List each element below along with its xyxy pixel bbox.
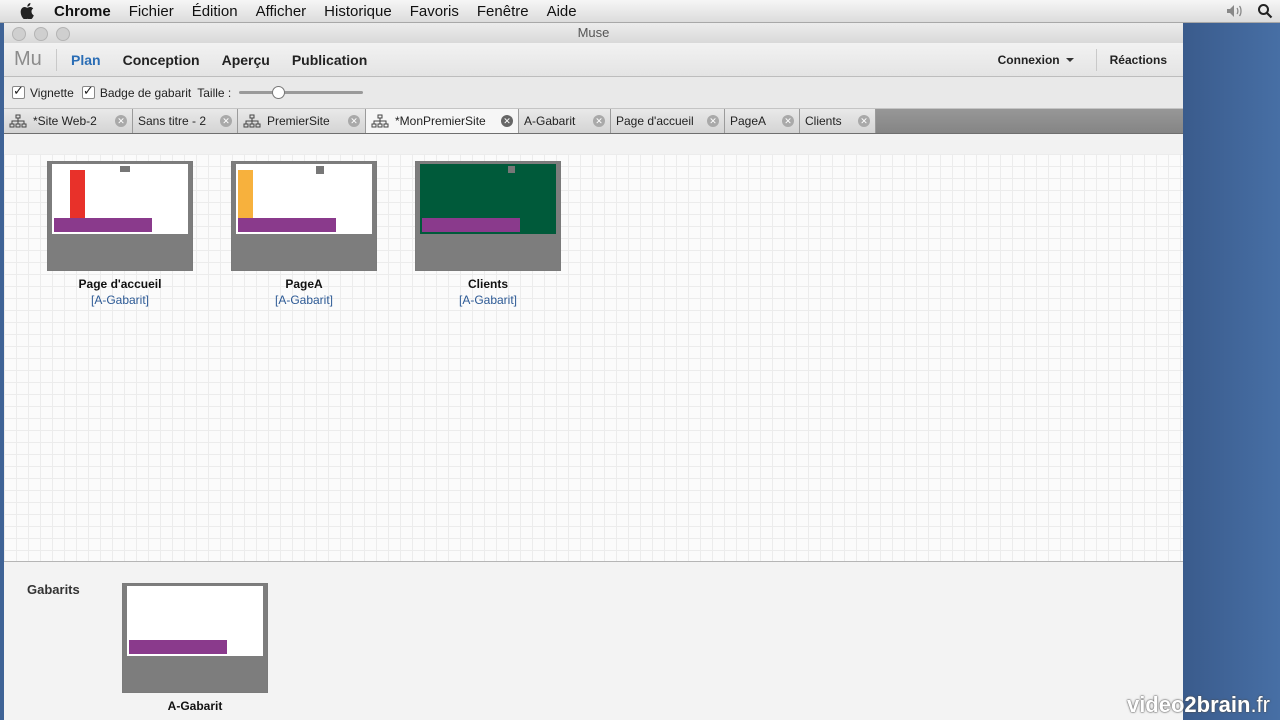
thumbnail-footer-bar (54, 218, 152, 232)
thumbnail-footer-bar (238, 218, 336, 232)
thumbnail-orange-column (238, 170, 253, 224)
doc-tab-page-daccueil[interactable]: Page d'accueil ✕ (611, 109, 725, 133)
menu-aide[interactable]: Aide (547, 3, 577, 20)
thumbnail-footer-bar (422, 218, 520, 232)
page-name: Clients (467, 277, 508, 291)
slider-knob[interactable] (272, 86, 286, 99)
master-name: A-Gabarit (167, 699, 223, 713)
close-window-button[interactable] (12, 27, 26, 41)
doc-tab-label: PageA (730, 114, 767, 128)
doc-tab-sans-titre-2[interactable]: Sans titre - 2 ✕ (133, 109, 238, 133)
menu-afficher[interactable]: Afficher (256, 3, 307, 20)
thumbnail-red-column (70, 170, 85, 224)
page-name: PageA (285, 277, 323, 291)
checkbox-checked-icon (81, 83, 95, 99)
page-card-page-daccueil[interactable]: Page d'accueil [A-Gabarit] (47, 161, 193, 307)
document-tabs: *Site Web-2 ✕ Sans titre - 2 ✕ PremierSi… (4, 109, 1183, 134)
size-label: Taille : (197, 85, 232, 100)
doc-tab-label: Sans titre - 2 (138, 114, 207, 128)
badge-gabarit-checkbox[interactable]: Badge de gabarit (81, 83, 192, 100)
doc-tab-site-web-2[interactable]: *Site Web-2 ✕ (4, 109, 133, 133)
master-thumbnail[interactable] (122, 583, 268, 693)
sitemap-icon (9, 114, 27, 128)
menu-chrome[interactable]: Chrome (54, 3, 111, 20)
vignette-checkbox[interactable]: Vignette (12, 83, 74, 100)
window-titlebar[interactable]: Muse (4, 23, 1183, 43)
reactions-label: Réactions (1109, 52, 1167, 67)
sitemap-icon (243, 114, 261, 128)
tab-publication[interactable]: Publication (292, 52, 367, 68)
close-icon[interactable]: ✕ (115, 115, 127, 127)
sitemap-icon (371, 114, 389, 128)
checkbox-checked-icon (12, 83, 25, 99)
page-name: Page d'accueil (78, 277, 162, 291)
size-slider[interactable] (239, 86, 364, 99)
window-title: Muse (577, 25, 610, 40)
master-link[interactable]: [A-Gabarit] (231, 293, 377, 307)
close-icon[interactable]: ✕ (220, 115, 232, 127)
close-icon[interactable]: ✕ (348, 115, 360, 127)
menu-fichier[interactable]: Fichier (129, 3, 174, 20)
masters-area: Gabarits A-Gabarit (4, 562, 1183, 720)
menu-historique[interactable]: Historique (324, 3, 392, 20)
connexion-label: Connexion (997, 52, 1060, 67)
reactions-button[interactable]: Réactions (1095, 48, 1183, 71)
appbar-divider (56, 48, 57, 71)
close-icon[interactable]: ✕ (501, 115, 513, 127)
page-thumbnail[interactable] (415, 161, 561, 271)
menu-edition[interactable]: Édition (192, 3, 238, 20)
menu-bar: Chrome Fichier Édition Afficher Historiq… (0, 0, 1280, 23)
doc-tab-label: *MonPremierSite (395, 114, 486, 128)
thumbnail-footer-bar (129, 640, 227, 654)
close-icon[interactable]: ✕ (593, 115, 605, 127)
doc-tab-label: *Site Web-2 (33, 114, 97, 128)
close-icon[interactable]: ✕ (707, 115, 719, 127)
masters-heading: Gabarits (27, 582, 80, 597)
watermark-tld: .fr (1250, 692, 1270, 717)
menu-favoris[interactable]: Favoris (410, 3, 459, 20)
vignette-label: Vignette (30, 85, 74, 100)
page-card-clients[interactable]: Clients [A-Gabarit] (415, 161, 561, 307)
doc-tab-a-gabarit[interactable]: A-Gabarit ✕ (519, 109, 611, 133)
master-link[interactable]: [A-Gabarit] (415, 293, 561, 307)
doc-tab-label: PremierSite (267, 114, 330, 128)
muse-window: Muse Mu Plan Conception Aperçu Publicati… (4, 23, 1183, 720)
apple-icon[interactable] (20, 3, 36, 19)
doc-tab-clients[interactable]: Clients ✕ (800, 109, 876, 133)
doc-tab-label: Clients (805, 114, 842, 128)
minimize-window-button[interactable] (34, 27, 48, 41)
close-icon[interactable]: ✕ (858, 115, 870, 127)
plan-toolbar: Vignette Badge de gabarit Taille : (4, 77, 1183, 109)
doc-tab-pagea[interactable]: PageA ✕ (725, 109, 800, 133)
menu-fenetre[interactable]: Fenêtre (477, 3, 529, 20)
page-thumbnail[interactable] (47, 161, 193, 271)
connexion-dropdown[interactable]: Connexion (998, 53, 1074, 67)
watermark-brand: video2brain (1126, 692, 1251, 717)
zoom-window-button[interactable] (56, 27, 70, 41)
tab-plan[interactable]: Plan (71, 52, 101, 68)
doc-tab-monpremiersite[interactable]: *MonPremierSite ✕ (366, 109, 519, 133)
master-card-a-gabarit[interactable]: A-Gabarit (122, 583, 268, 713)
tab-conception[interactable]: Conception (123, 52, 200, 68)
page-card-pagea[interactable]: PageA [A-Gabarit] (231, 161, 377, 307)
badge-gabarit-label: Badge de gabarit (99, 85, 192, 100)
app-bar: Mu Plan Conception Aperçu Publication Co… (4, 43, 1183, 77)
doc-tab-label: Page d'accueil (616, 114, 694, 128)
doc-tab-premiersite[interactable]: PremierSite ✕ (238, 109, 366, 133)
doc-tab-label: A-Gabarit (524, 114, 576, 128)
spotlight-search-icon[interactable] (1250, 3, 1280, 19)
chevron-down-icon (1065, 57, 1074, 62)
thumbnail-nav (316, 166, 324, 174)
master-link[interactable]: [A-Gabarit] (47, 293, 193, 307)
desktop-background (1183, 23, 1280, 720)
thumbnail-nav (120, 166, 130, 172)
tab-apercu[interactable]: Aperçu (222, 52, 270, 68)
volume-icon[interactable] (1220, 4, 1250, 18)
close-icon[interactable]: ✕ (782, 115, 794, 127)
page-thumbnail[interactable] (231, 161, 377, 271)
muse-logo: Mu (14, 48, 42, 70)
site-plan-area: Page d'accueil [A-Gabarit] PageA [A-Gaba… (4, 154, 1183, 562)
video2brain-watermark: video2brain.fr (1127, 692, 1270, 718)
thumbnail-nav (508, 166, 515, 173)
